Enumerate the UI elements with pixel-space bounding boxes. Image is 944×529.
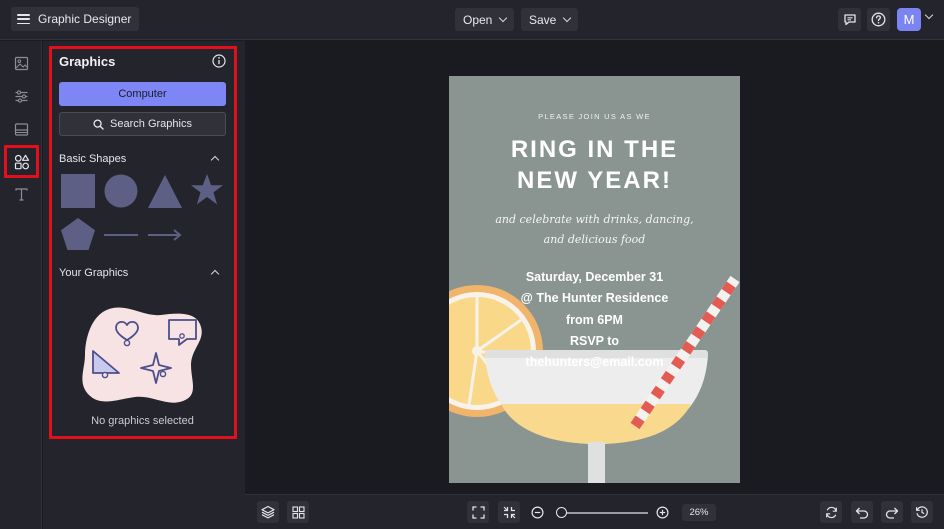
rail-item-text[interactable] xyxy=(11,184,31,204)
history-icon xyxy=(916,506,928,518)
zoom-in-icon[interactable] xyxy=(656,506,669,519)
help-button[interactable] xyxy=(867,8,890,31)
open-label: Open xyxy=(463,12,493,27)
app-menu-button[interactable]: Graphic Designer xyxy=(11,7,140,31)
rail-item-adjust[interactable] xyxy=(11,86,31,106)
zoom-out-icon[interactable] xyxy=(531,506,544,519)
comment-icon xyxy=(843,13,856,25)
poster-script-line1: and celebrate with drinks, dancing, xyxy=(495,213,694,226)
poster-rsvp: RSVP to xyxy=(569,333,620,348)
feedback-button[interactable] xyxy=(838,8,861,31)
help-icon xyxy=(871,12,886,27)
expand-icon xyxy=(471,505,485,519)
chevron-down-icon xyxy=(499,13,508,23)
info-icon[interactable] xyxy=(212,54,226,68)
empty-graphics-text: No graphics selected xyxy=(91,415,194,427)
zoom-slider-track[interactable] xyxy=(560,512,648,514)
design-canvas[interactable]: PLEASE JOIN US AS WE RING IN THE NEW YEA… xyxy=(449,76,740,483)
poster-intro: PLEASE JOIN US AS WE xyxy=(538,112,651,121)
search-graphics-label: Search Graphics xyxy=(110,118,192,130)
shape-pentagon[interactable] xyxy=(61,218,95,250)
tool-rail xyxy=(0,41,42,529)
zoom-level[interactable]: 26% xyxy=(682,504,716,521)
redo-icon xyxy=(885,507,899,519)
actual-size-button[interactable] xyxy=(498,501,520,523)
basic-shapes-heading: Basic Shapes xyxy=(59,153,127,165)
save-dropdown[interactable]: Save xyxy=(521,8,579,31)
poster-script-line2: and delicious food xyxy=(543,233,646,246)
empty-graphics-illustration xyxy=(82,307,202,403)
poster-title-line2: NEW YEAR! xyxy=(517,167,672,194)
search-icon xyxy=(93,118,104,130)
panel-title: Graphics xyxy=(59,54,116,69)
glass-stem xyxy=(588,442,605,483)
grid-view-button[interactable] xyxy=(287,501,309,523)
avatar[interactable]: M xyxy=(897,8,921,31)
layers-button[interactable] xyxy=(257,501,279,523)
rail-item-layout[interactable] xyxy=(11,119,31,139)
layout-icon xyxy=(14,122,28,136)
grid-icon xyxy=(291,505,305,519)
poster-script: and celebrate with drinks, dancing, and … xyxy=(489,210,700,250)
refresh-icon xyxy=(825,506,837,518)
shape-arrow[interactable] xyxy=(148,228,182,242)
save-label: Save xyxy=(529,12,557,27)
upload-computer-button[interactable]: Computer xyxy=(59,82,226,106)
sliders-icon xyxy=(15,89,27,103)
shrink-icon xyxy=(503,506,515,518)
search-graphics-button[interactable]: Search Graphics xyxy=(59,112,226,136)
fit-to-screen-button[interactable] xyxy=(467,501,489,523)
poster-title-line1: RING IN THE xyxy=(510,136,679,163)
history-button[interactable] xyxy=(911,501,933,523)
text-icon xyxy=(14,187,28,201)
avatar-initial: M xyxy=(903,12,915,27)
zoom-slider-handle[interactable] xyxy=(556,507,567,518)
hamburger-icon xyxy=(17,14,30,24)
poster-date: Saturday, December 31 xyxy=(525,270,664,284)
shape-square[interactable] xyxy=(61,174,95,208)
poster-location: @ The Hunter Residence xyxy=(520,291,669,306)
shape-star[interactable] xyxy=(190,174,224,207)
chevron-down-icon xyxy=(563,13,572,23)
poster-email: thehunters@email.com xyxy=(525,355,664,370)
redo-button[interactable] xyxy=(881,501,903,523)
undo-icon xyxy=(855,507,869,519)
rail-item-image[interactable] xyxy=(11,53,31,73)
poster-details: Saturday, December 31 @ The Hunter Resid… xyxy=(449,267,740,373)
your-graphics-heading: Your Graphics xyxy=(59,267,129,279)
shapes-icon xyxy=(14,154,29,169)
poster-title: RING IN THE NEW YEAR! xyxy=(449,134,740,196)
rail-item-graphics[interactable] xyxy=(4,145,39,178)
image-icon xyxy=(14,56,28,70)
refresh-button[interactable] xyxy=(820,501,842,523)
layers-icon xyxy=(261,505,275,519)
open-dropdown[interactable]: Open xyxy=(455,8,515,31)
shape-triangle[interactable] xyxy=(148,175,182,208)
poster-time: from 6PM xyxy=(566,312,623,327)
shape-line[interactable] xyxy=(104,230,138,240)
shape-circle[interactable] xyxy=(104,174,138,208)
app-title: Graphic Designer xyxy=(38,12,132,26)
undo-button[interactable] xyxy=(851,501,873,523)
